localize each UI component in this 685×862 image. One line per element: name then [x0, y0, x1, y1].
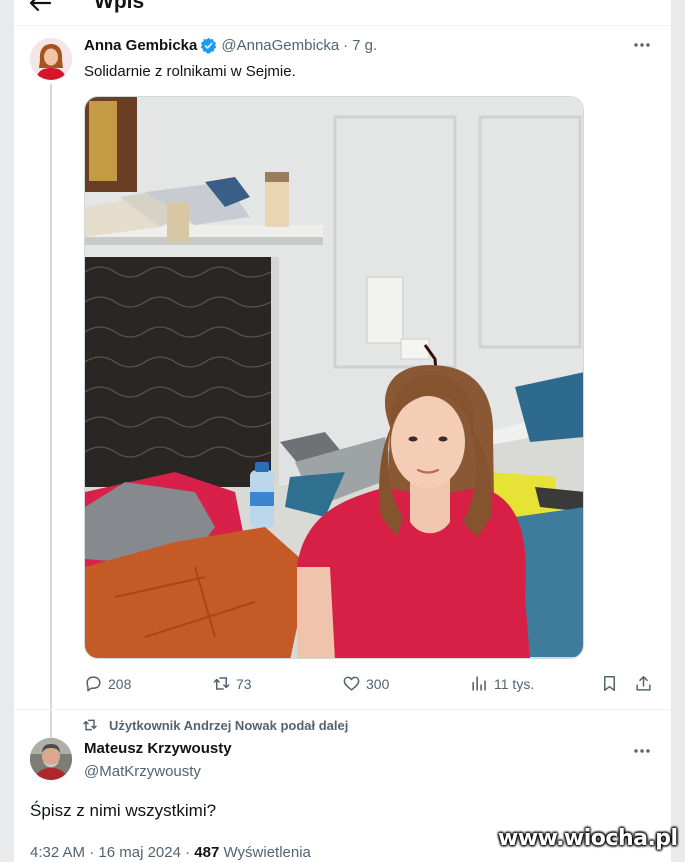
views-label: Wyświetlenia — [223, 844, 311, 861]
avatar[interactable] — [30, 38, 72, 80]
thread-line — [50, 84, 52, 752]
arrow-left-icon[interactable] — [28, 0, 52, 12]
analytics-icon — [472, 676, 486, 691]
separator-dot: · — [343, 37, 349, 54]
author-name[interactable]: Anna Gembicka — [84, 37, 197, 54]
repost-button[interactable]: 73 — [212, 674, 252, 693]
repost-icon — [213, 677, 230, 690]
bookmark-button[interactable] — [600, 674, 624, 693]
like-button[interactable]: 300 — [342, 674, 389, 693]
post-time[interactable]: 4:32 AM — [30, 844, 85, 861]
reply-button[interactable]: 208 — [84, 674, 131, 693]
avatar[interactable] — [30, 738, 72, 780]
share-icon — [636, 676, 651, 691]
separator-dot: · — [89, 844, 95, 861]
author-handle[interactable]: @MatKrzywousty — [84, 763, 201, 780]
avatar-image — [30, 38, 72, 80]
views-count: 487 — [194, 844, 220, 861]
verified-badge-icon — [201, 37, 217, 54]
tweet-text: Solidarnie z rolnikami w Sejmie. — [84, 63, 296, 80]
more-icon[interactable] — [632, 38, 652, 52]
main-tweet[interactable]: Anna Gembicka @AnnaGembicka · 7 g. Solid… — [14, 26, 671, 752]
repost-count: 73 — [236, 675, 252, 692]
bookmark-icon — [603, 676, 616, 691]
avatar-image — [30, 738, 72, 780]
share-button[interactable] — [634, 674, 658, 693]
tweet-actions: 208 73 300 11 tys. — [84, 674, 654, 698]
author-handle[interactable]: @AnnaGembicka — [221, 37, 339, 54]
author-name[interactable]: Mateusz Krzywousty — [84, 740, 232, 757]
post-date[interactable]: 16 maj 2024 — [98, 844, 181, 861]
author-row: Anna Gembicka @AnnaGembicka · 7 g. — [84, 37, 377, 54]
post-meta: 4:32 AM · 16 maj 2024 · 487 Wyświetlenia — [30, 844, 311, 861]
reply-icon — [86, 676, 101, 692]
watermark: www.wiocha.pl — [498, 826, 678, 851]
repost-notice-text: Użytkownik Andrzej Nowak podał dalej — [109, 717, 349, 733]
reply-tweet-text: Śpisz z nimi wszystkimi? — [30, 801, 217, 820]
like-count: 300 — [366, 675, 390, 692]
repost-notice[interactable]: Użytkownik Andrzej Nowak podał dalej — [82, 717, 348, 733]
tweet-photo[interactable] — [84, 96, 584, 659]
photo-image — [85, 97, 583, 658]
post-page: Wpis Anna Gembicka @AnnaGembicka · 7 g. — [14, 0, 671, 862]
page-title: Wpis — [94, 0, 145, 13]
reply-count: 208 — [108, 675, 132, 692]
heart-icon — [343, 676, 360, 691]
post-time[interactable]: 7 g. — [352, 37, 377, 54]
top-bar: Wpis — [14, 0, 671, 26]
repost-icon — [83, 719, 97, 731]
views-button[interactable]: 11 tys. — [470, 674, 534, 693]
separator-dot: · — [185, 844, 191, 861]
more-icon[interactable] — [632, 744, 652, 758]
divider — [14, 709, 671, 710]
views-count: 11 tys. — [494, 675, 535, 692]
